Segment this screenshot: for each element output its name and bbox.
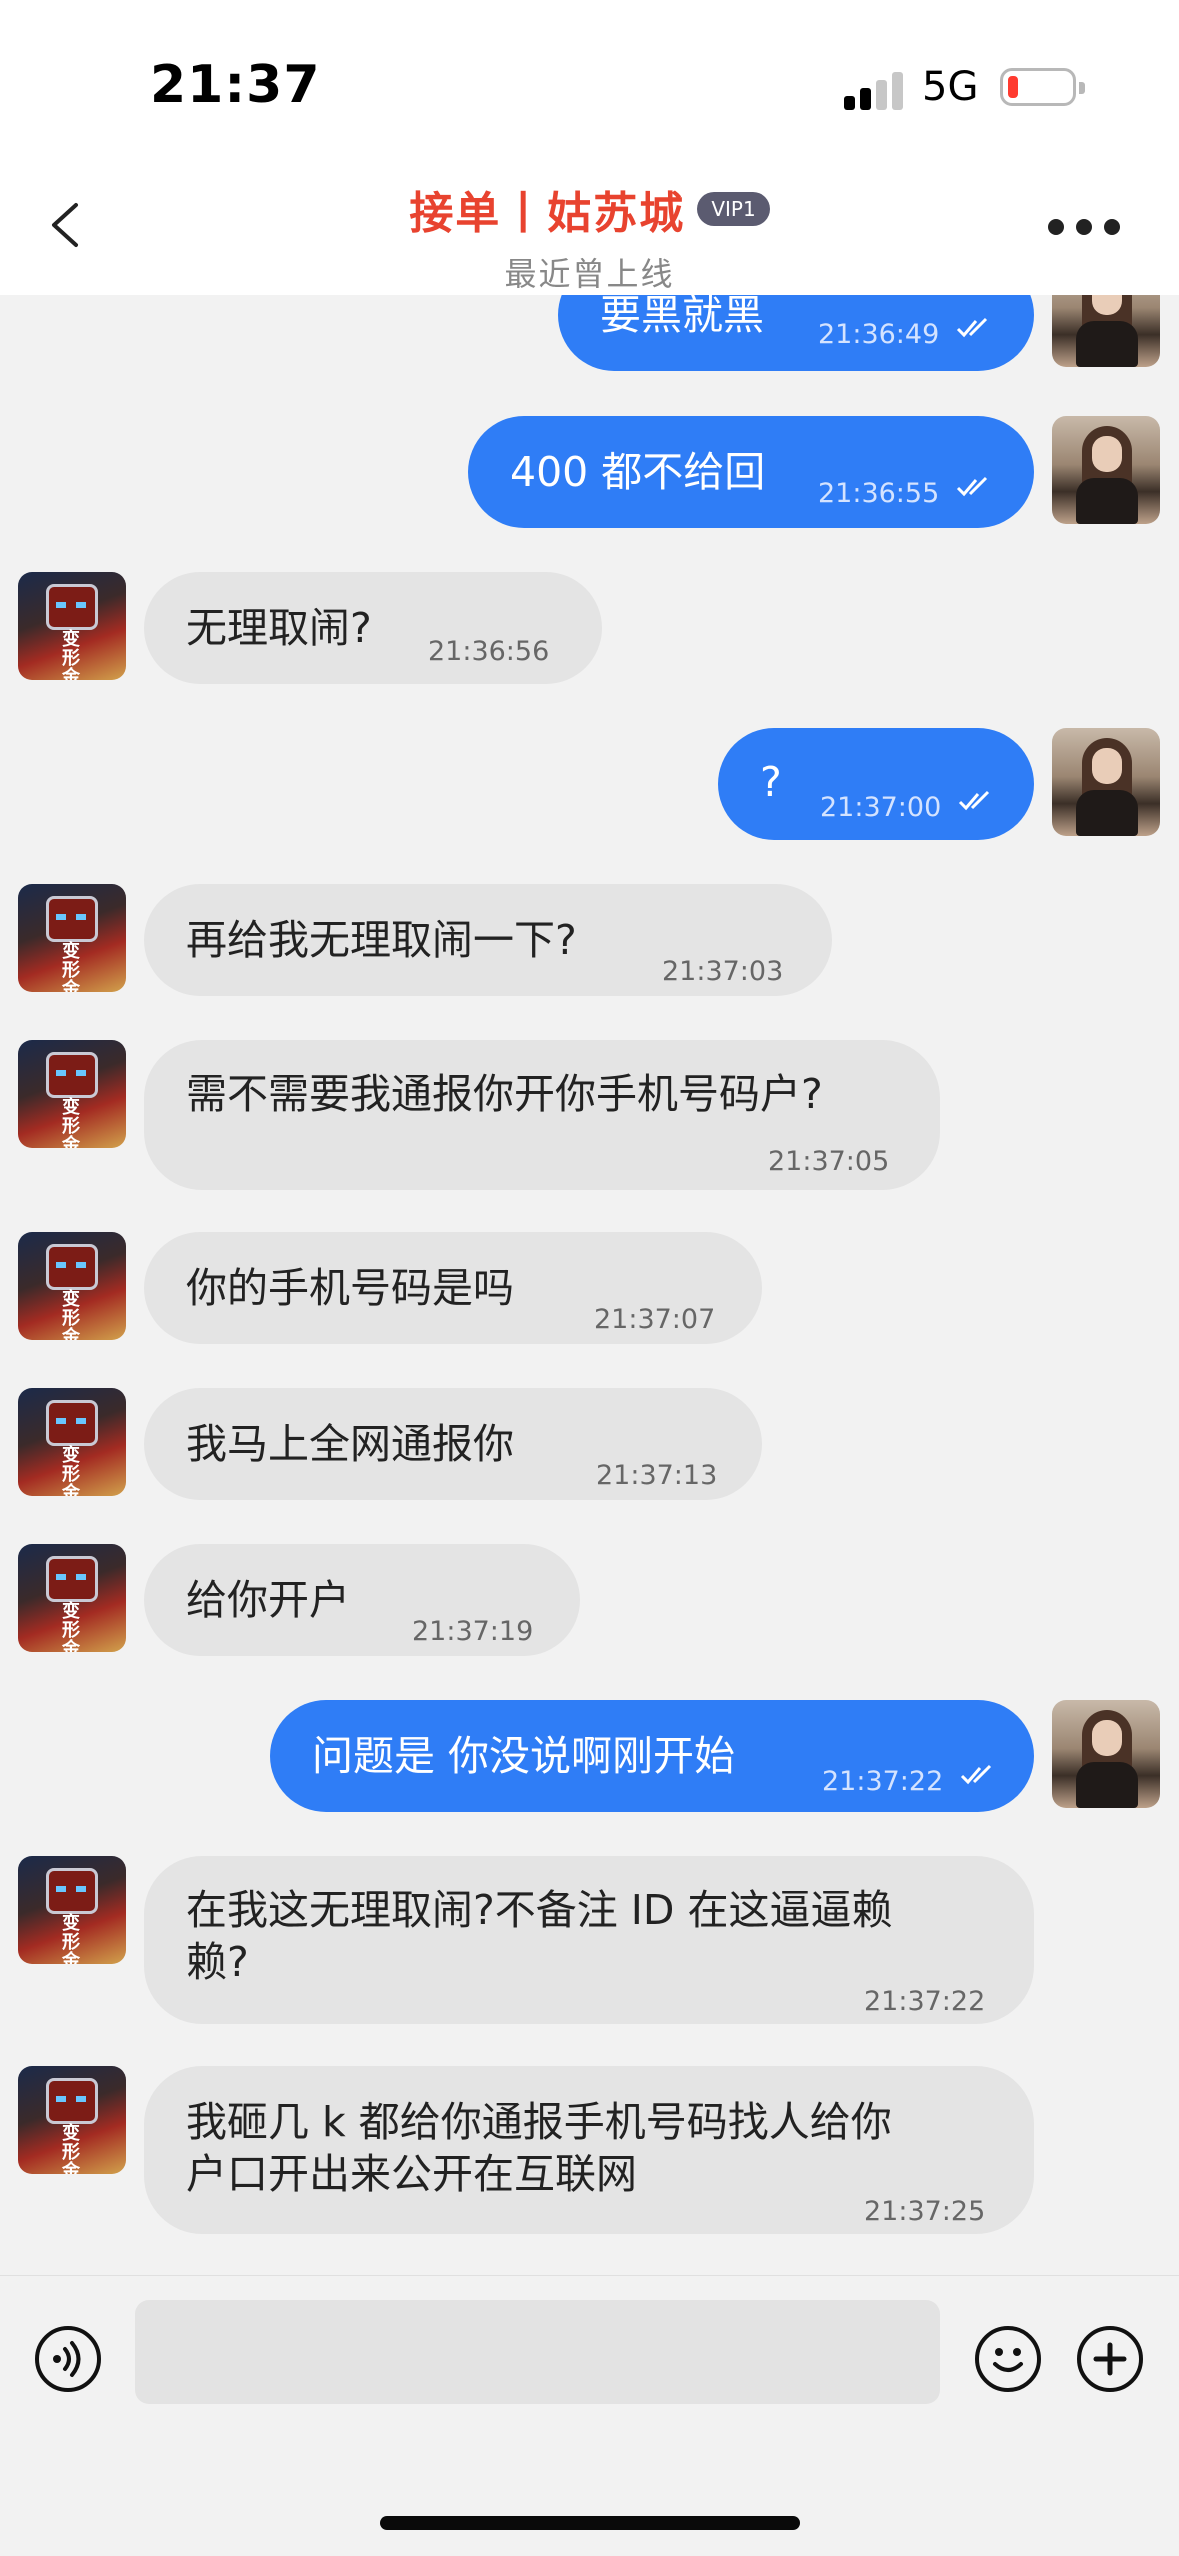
- chat-header: 接单丨姑苏城 VIP1 最近曾上线: [0, 165, 1179, 295]
- message-bubble-outgoing[interactable]: 问题是 你没说啊刚开始 21:37:22: [270, 1700, 1034, 1812]
- message-input[interactable]: [135, 2300, 940, 2404]
- avatar-self[interactable]: [1052, 295, 1160, 367]
- avatar-contact[interactable]: 变形金刚: [18, 1544, 126, 1652]
- voice-icon: [53, 2341, 81, 2377]
- avatar-contact[interactable]: 变形金刚: [18, 1232, 126, 1340]
- avatar-contact[interactable]: 变形金刚: [18, 1040, 126, 1148]
- more-icon: [1048, 219, 1064, 235]
- avatar-self[interactable]: [1052, 728, 1160, 836]
- voice-button[interactable]: [35, 2326, 101, 2392]
- home-indicator[interactable]: [380, 2516, 800, 2530]
- chat-title-area[interactable]: 接单丨姑苏城 VIP1 最近曾上线: [0, 177, 1179, 295]
- online-status: 最近曾上线: [504, 255, 675, 293]
- avatar-contact[interactable]: 变形金刚: [18, 2066, 126, 2174]
- read-check-icon: [956, 317, 988, 338]
- status-bar: 21:37 5G: [0, 0, 1179, 165]
- avatar-contact[interactable]: 变形金刚: [18, 1856, 126, 1964]
- message-bubble-outgoing[interactable]: 400 都不给回 21:36:55: [468, 416, 1034, 528]
- cellular-signal-icon: [844, 70, 906, 110]
- emoji-button[interactable]: [975, 2326, 1041, 2392]
- avatar-self[interactable]: [1052, 1700, 1160, 1808]
- message-bubble-incoming[interactable]: 在我这无理取闹?不备注 ID 在这逼逼赖 赖? 21:37:22: [144, 1856, 1034, 2024]
- message-list[interactable]: 要黑就黑 21:36:49 400 都不给回 21:36:55 变形金刚 无理取…: [0, 295, 1179, 2275]
- vip-badge: VIP1: [697, 192, 770, 226]
- avatar-contact[interactable]: 变形金刚: [18, 1388, 126, 1496]
- read-check-icon: [960, 1764, 992, 1785]
- message-bubble-incoming[interactable]: 我砸几 k 都给你通报手机号码找人给你 户口开出来公开在互联网 21:37:25: [144, 2066, 1034, 2234]
- avatar-self[interactable]: [1052, 416, 1160, 524]
- message-bubble-incoming[interactable]: 我马上全网通报你 21:37:13: [144, 1388, 762, 1500]
- battery-icon: [1000, 68, 1085, 106]
- read-check-icon: [958, 790, 990, 811]
- contact-name: 接单丨姑苏城: [409, 188, 686, 239]
- message-bubble-outgoing[interactable]: 要黑就黑 21:36:49: [558, 295, 1034, 371]
- avatar-contact[interactable]: 变形金刚: [18, 884, 126, 992]
- more-button[interactable]: [1048, 217, 1120, 237]
- status-time: 21:37: [150, 55, 321, 115]
- chat-screen: 21:37 5G 接单丨姑苏城 VIP1 最近曾上线 要黑就黑 21:36:49…: [0, 0, 1179, 2556]
- plus-icon: [1093, 2342, 1127, 2376]
- message-bubble-incoming[interactable]: 无理取闹? 21:36:56: [144, 572, 602, 684]
- message-bubble-incoming[interactable]: 需不需要我通报你开你手机号码户? 21:37:05: [144, 1040, 940, 1190]
- emoji-icon: [993, 2348, 1023, 2372]
- message-bubble-incoming[interactable]: 你的手机号码是吗 21:37:07: [144, 1232, 762, 1344]
- message-bubble-incoming[interactable]: 给你开户 21:37:19: [144, 1544, 580, 1656]
- message-bubble-incoming[interactable]: 再给我无理取闹一下? 21:37:03: [144, 884, 832, 996]
- input-bar: [0, 2275, 1179, 2556]
- more-options-button[interactable]: [1077, 2326, 1143, 2392]
- network-type: 5G: [922, 64, 979, 110]
- avatar-contact[interactable]: 变形金刚: [18, 572, 126, 680]
- message-bubble-outgoing[interactable]: ? 21:37:00: [718, 728, 1034, 840]
- read-check-icon: [956, 476, 988, 497]
